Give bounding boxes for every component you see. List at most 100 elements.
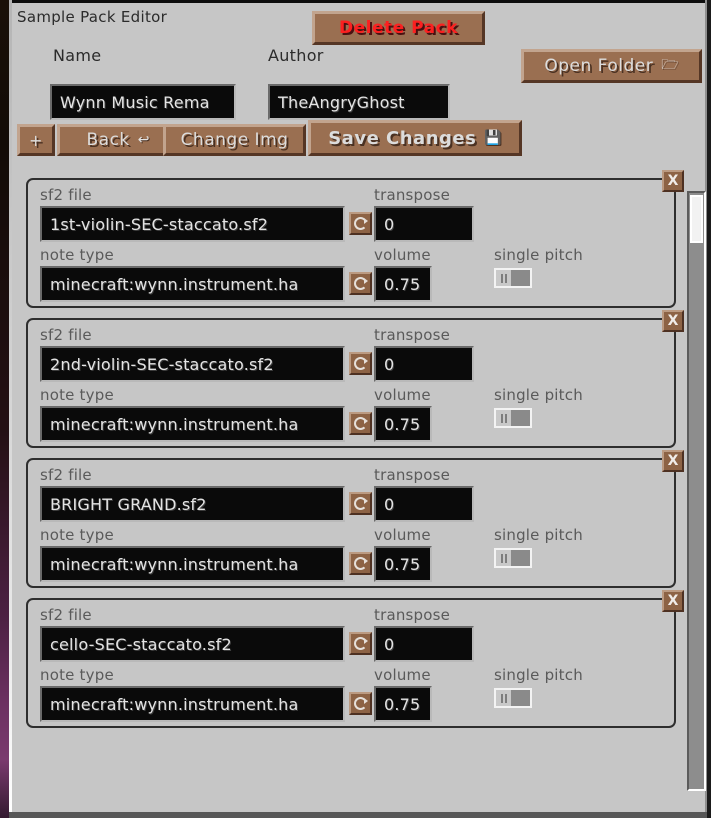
single-pitch-toggle[interactable] <box>494 548 532 568</box>
remove-sample-button[interactable]: X <box>662 310 684 332</box>
note-type-value: minecraft:wynn.instrument.ha <box>50 554 299 574</box>
volume-value: 0.75 <box>384 274 421 294</box>
single-pitch-label: single pitch <box>494 246 583 264</box>
volume-input[interactable]: 0.75 <box>374 546 432 582</box>
transpose-value: 0 <box>384 494 395 514</box>
sf2-file-refresh-button[interactable] <box>349 492 372 515</box>
transpose-input[interactable]: 0 <box>374 346 474 382</box>
note-type-input[interactable]: minecraft:wynn.instrument.ha <box>40 686 345 722</box>
close-icon: X <box>667 593 679 609</box>
note-type-refresh-button[interactable] <box>349 552 372 575</box>
save-changes-label: Save Changes <box>328 127 477 149</box>
window-top-edge <box>12 0 711 3</box>
refresh-icon <box>354 417 368 430</box>
refresh-icon <box>354 497 368 510</box>
sf2-file-label: sf2 file <box>40 186 92 204</box>
sample-entry-panel: sf2 file 2nd-violin-SEC-staccato.sf2 note … <box>26 310 684 448</box>
back-button[interactable]: Back ↩ <box>57 124 179 156</box>
refresh-icon <box>354 637 368 650</box>
sf2-file-input[interactable]: 1st-violin-SEC-staccato.sf2 <box>40 206 345 242</box>
open-folder-button[interactable]: Open Folder 🗁 <box>521 49 702 83</box>
sf2-file-label: sf2 file <box>40 326 92 344</box>
remove-sample-button[interactable]: X <box>662 450 684 472</box>
single-pitch-toggle[interactable] <box>494 268 532 288</box>
close-icon: X <box>667 173 679 189</box>
note-type-label: note type <box>40 246 114 264</box>
sample-entry-panel: sf2 file cello-SEC-staccato.sf2 note type m… <box>26 590 684 728</box>
note-type-label: note type <box>40 386 114 404</box>
pack-name-input[interactable]: Wynn Music Rema <box>50 84 236 120</box>
single-pitch-toggle[interactable] <box>494 408 532 428</box>
volume-value: 0.75 <box>384 554 421 574</box>
refresh-icon <box>354 277 368 290</box>
delete-pack-label: Delete Pack <box>339 18 458 38</box>
note-type-label: note type <box>40 666 114 684</box>
sf2-file-value: 1st-violin-SEC-staccato.sf2 <box>50 214 269 234</box>
change-image-button[interactable]: Change Img <box>163 124 306 156</box>
sample-list: sf2 file 1st-violin-SEC-staccato.sf2 note … <box>12 170 684 793</box>
transpose-input[interactable]: 0 <box>374 626 474 662</box>
note-type-input[interactable]: minecraft:wynn.instrument.ha <box>40 406 345 442</box>
delete-pack-button[interactable]: Delete Pack <box>312 11 485 45</box>
sf2-file-refresh-button[interactable] <box>349 212 372 235</box>
single-pitch-toggle[interactable] <box>494 688 532 708</box>
add-sample-button[interactable]: + <box>17 124 55 156</box>
scrollbar-thumb[interactable] <box>690 195 703 243</box>
single-pitch-label: single pitch <box>494 666 583 684</box>
transpose-label: transpose <box>374 326 451 344</box>
refresh-icon <box>354 357 368 370</box>
volume-label: volume <box>374 246 431 264</box>
close-icon: X <box>667 313 679 329</box>
sample-entry-panel: sf2 file BRIGHT GRAND.sf2 note type minecra… <box>26 450 684 588</box>
window-bottom-edge <box>9 812 707 818</box>
toggle-knob <box>496 410 511 426</box>
transpose-input[interactable]: 0 <box>374 486 474 522</box>
transpose-label: transpose <box>374 186 451 204</box>
remove-sample-button[interactable]: X <box>662 170 684 192</box>
transpose-input[interactable]: 0 <box>374 206 474 242</box>
sf2-file-input[interactable]: cello-SEC-staccato.sf2 <box>40 626 345 662</box>
pack-author-value: TheAngryGhost <box>278 92 405 112</box>
volume-input[interactable]: 0.75 <box>374 686 432 722</box>
sf2-file-refresh-button[interactable] <box>349 352 372 375</box>
page-title: Sample Pack Editor <box>17 8 168 26</box>
close-icon: X <box>667 453 679 469</box>
scrollbar-track[interactable] <box>687 191 706 791</box>
transpose-value: 0 <box>384 214 395 234</box>
sf2-file-value: BRIGHT GRAND.sf2 <box>50 494 207 514</box>
note-type-refresh-button[interactable] <box>349 412 372 435</box>
folder-open-icon: 🗁 <box>661 57 679 73</box>
note-type-refresh-button[interactable] <box>349 272 372 295</box>
add-sample-label: + <box>29 130 43 150</box>
pack-author-input[interactable]: TheAngryGhost <box>268 84 450 120</box>
volume-value: 0.75 <box>384 414 421 434</box>
refresh-icon <box>354 697 368 710</box>
floppy-disk-icon: 💾 <box>484 130 502 146</box>
remove-sample-button[interactable]: X <box>662 590 684 612</box>
note-type-input[interactable]: minecraft:wynn.instrument.ha <box>40 266 345 302</box>
volume-label: volume <box>374 526 431 544</box>
window-right-edge <box>707 0 711 818</box>
sf2-file-label: sf2 file <box>40 466 92 484</box>
volume-input[interactable]: 0.75 <box>374 406 432 442</box>
return-arrow-icon: ↩ <box>137 132 150 148</box>
sf2-file-refresh-button[interactable] <box>349 632 372 655</box>
note-type-input[interactable]: minecraft:wynn.instrument.ha <box>40 546 345 582</box>
note-type-label: note type <box>40 526 114 544</box>
volume-label: volume <box>374 386 431 404</box>
transpose-value: 0 <box>384 354 395 374</box>
note-type-value: minecraft:wynn.instrument.ha <box>50 694 299 714</box>
volume-input[interactable]: 0.75 <box>374 266 432 302</box>
sf2-file-label: sf2 file <box>40 606 92 624</box>
sf2-file-input[interactable]: 2nd-violin-SEC-staccato.sf2 <box>40 346 345 382</box>
note-type-refresh-button[interactable] <box>349 692 372 715</box>
volume-label: volume <box>374 666 431 684</box>
pack-name-value: Wynn Music Rema <box>60 92 210 112</box>
note-type-value: minecraft:wynn.instrument.ha <box>50 274 299 294</box>
sf2-file-input[interactable]: BRIGHT GRAND.sf2 <box>40 486 345 522</box>
open-folder-label: Open Folder <box>544 56 654 76</box>
transpose-value: 0 <box>384 634 395 654</box>
save-changes-button[interactable]: Save Changes 💾 <box>308 120 522 156</box>
sample-pack-editor-window: Sample Pack Editor Name Author Wynn Musi… <box>0 0 711 818</box>
note-type-value: minecraft:wynn.instrument.ha <box>50 414 299 434</box>
